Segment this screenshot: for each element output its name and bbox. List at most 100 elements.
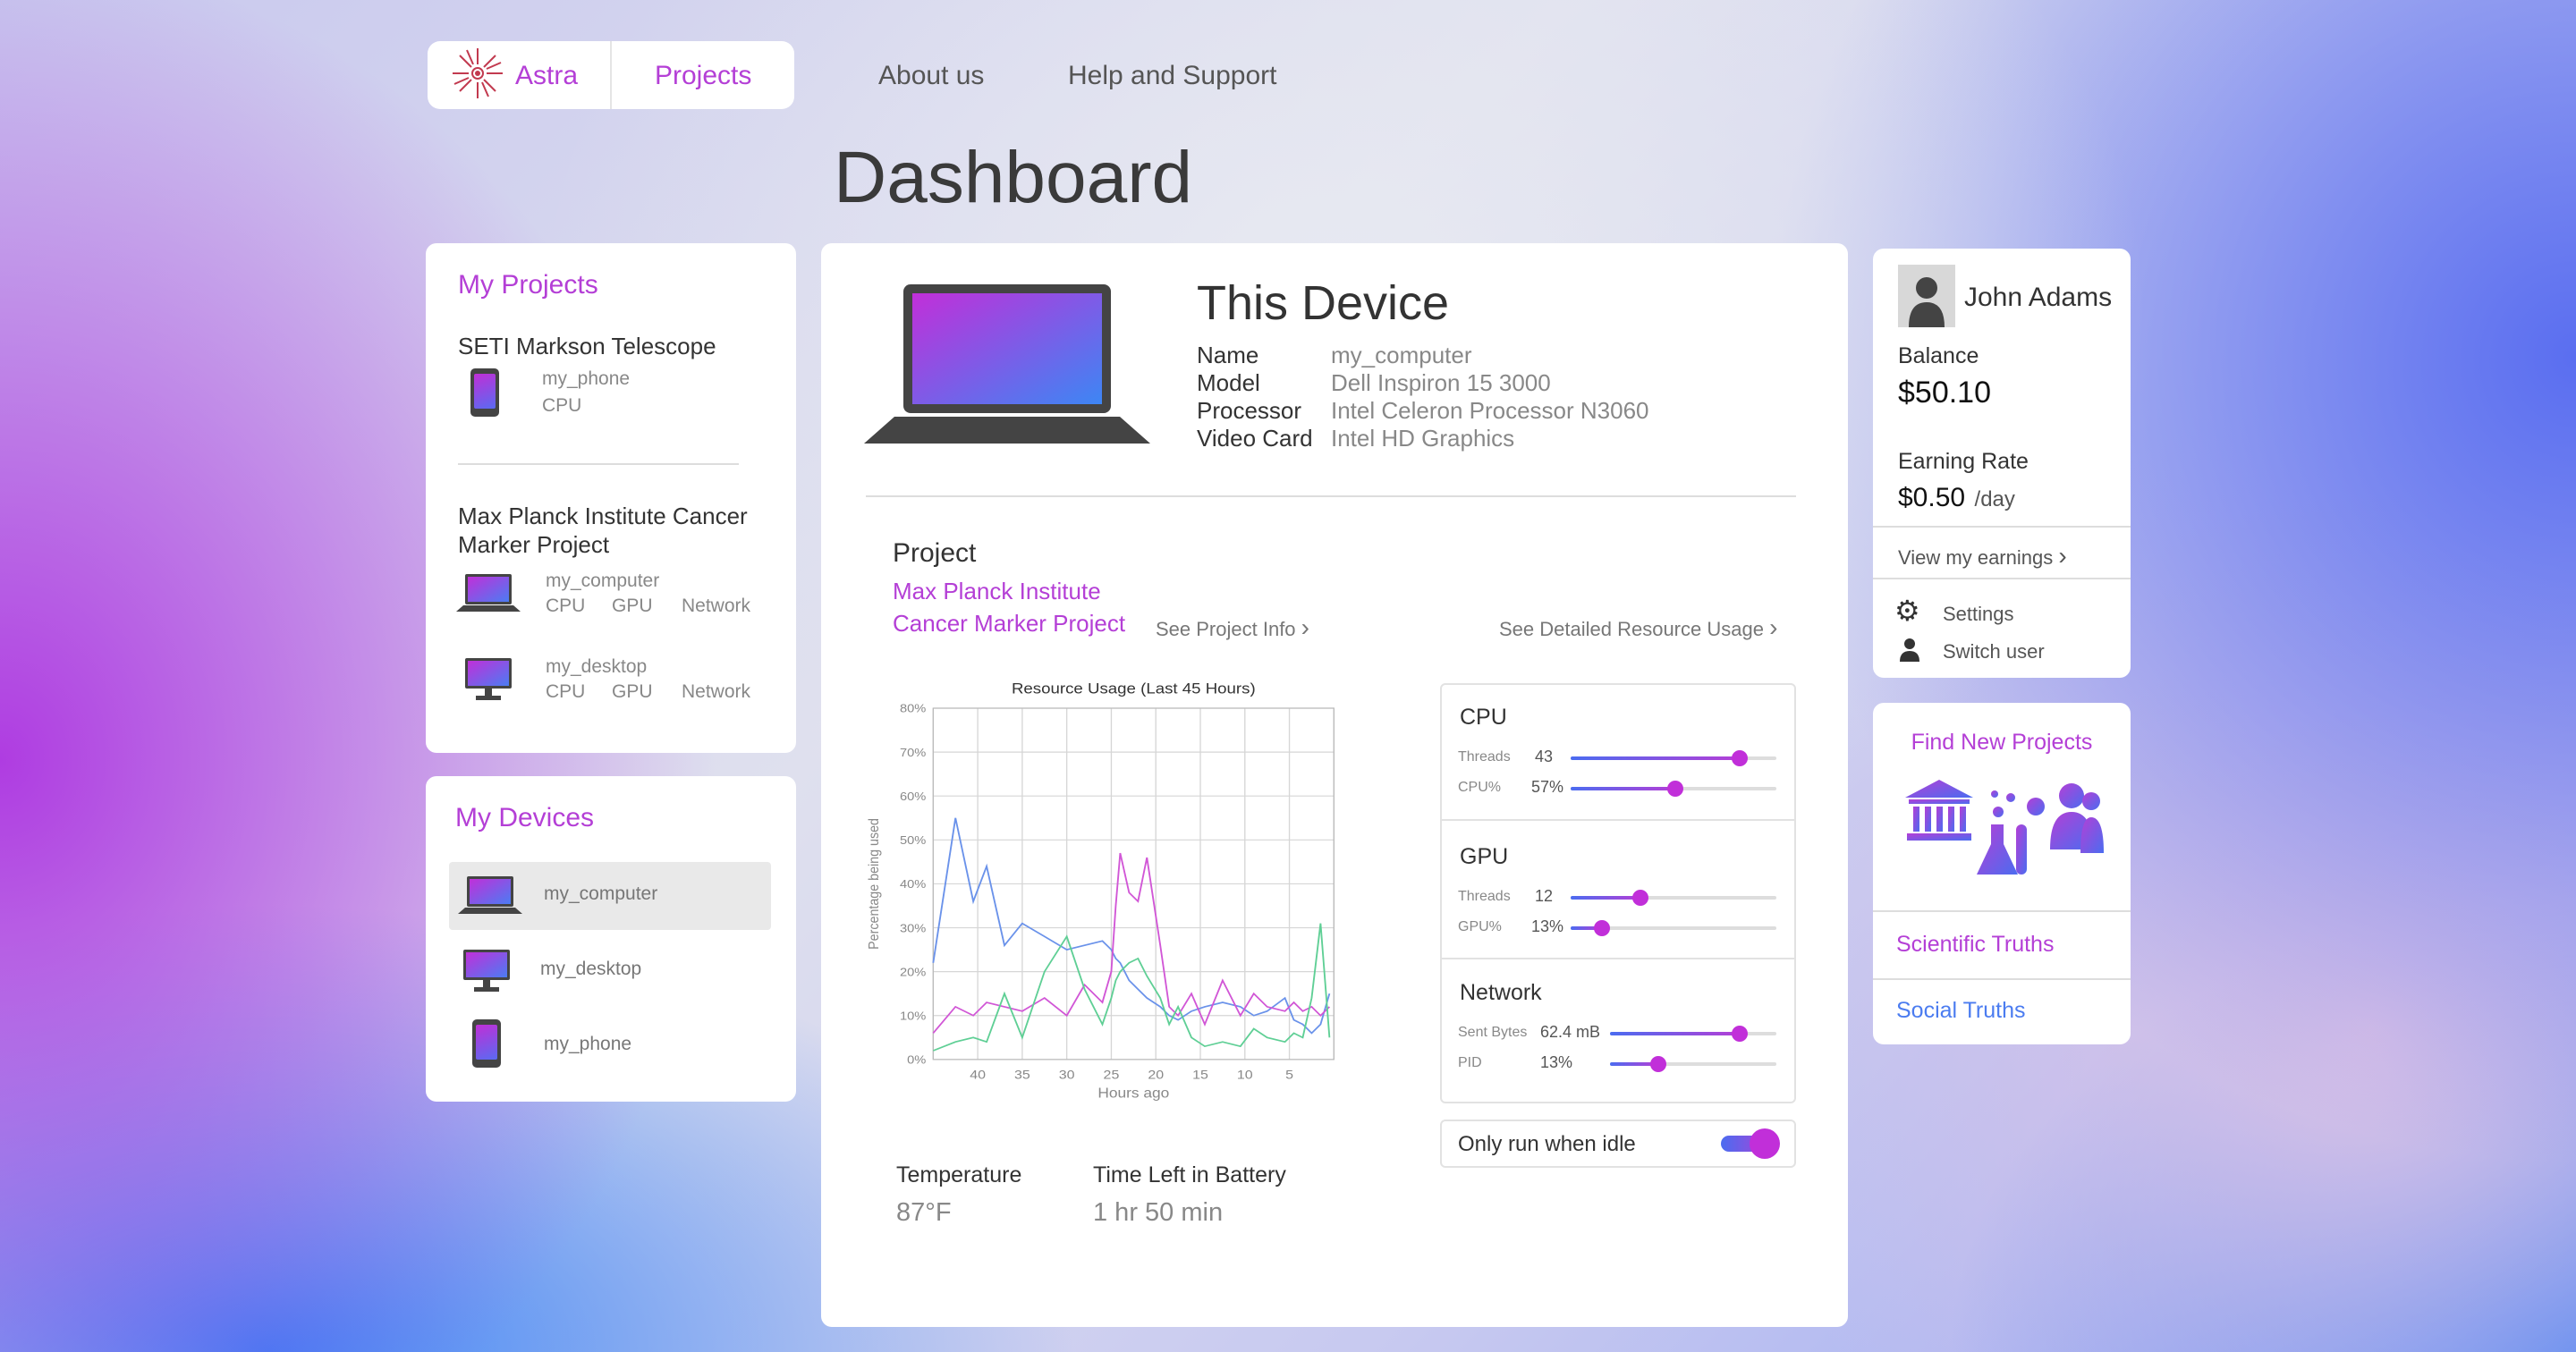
device-list-item-my-computer[interactable]: my_computer [449,862,771,930]
device-spec-values: my_computer Dell Inspiron 15 3000 Intel … [1331,342,1649,452]
resource-chip: GPU [612,681,653,702]
y-axis-label: Percentage being used [866,818,882,950]
slider-knob[interactable] [1632,890,1649,906]
phone-icon [470,368,499,417]
device-list-item-my-desktop[interactable]: my_desktop [449,937,771,1005]
slider-value: 57% [1531,778,1564,796]
slider-knob[interactable] [1732,1026,1749,1042]
social-truths-link[interactable]: Social Truths [1896,998,2026,1024]
nav-projects[interactable]: Projects [655,61,751,91]
device-list-label: my_desktop [540,959,642,979]
chevron-right-icon: › [1301,613,1309,641]
my-projects-title: My Projects [458,270,598,300]
laptop-icon [458,876,522,914]
phone-icon [472,1019,501,1068]
chart-title: Resource Usage (Last 45 Hours) [1012,680,1256,697]
my-devices-title: My Devices [455,803,595,832]
divider [1873,578,2131,579]
divider [1873,526,2131,528]
slider-value: 12 [1535,887,1554,905]
see-detailed-resource-usage-link[interactable]: See Detailed Resource Usage › [1499,613,1777,642]
device-list-item-my-phone[interactable]: my_phone [449,1010,771,1082]
battery-value: 1 hr 50 min [1093,1198,1224,1227]
spec-value: Intel Celeron Processor N3060 [1331,397,1649,424]
person-icon [1900,638,1919,662]
y-tick-label: 10% [900,1009,926,1022]
device-name[interactable]: my_computer [546,570,659,592]
slider-knob[interactable] [1649,1056,1666,1072]
y-tick-label: 60% [900,790,926,803]
device-name[interactable]: my_phone [542,368,630,390]
toggle-knob [1750,1128,1780,1159]
earning-rate-unit: /day [1974,487,2015,511]
device-title: This Device [1197,276,1450,330]
avatar[interactable] [1898,265,1955,327]
link-label: See Detailed Resource Usage [1499,618,1764,640]
project-name-line2[interactable]: Marker Project [458,531,609,559]
cpu-title: CPU [1460,705,1507,730]
divider [1873,910,2131,912]
project-heading: Project [893,538,977,568]
settings-label: Settings [1943,603,2014,625]
project-name-line1[interactable]: Max Planck Institute Cancer [458,503,748,530]
divider [458,463,739,465]
desktop-icon [463,950,510,992]
scientific-truths-link[interactable]: Scientific Truths [1896,932,2054,958]
series-line-2 [932,923,1331,1052]
x-axis-label: Hours ago [1097,1086,1169,1102]
slider-knob[interactable] [1667,781,1684,797]
nav-brand[interactable]: Astra [515,61,578,91]
laptop-icon [456,574,521,612]
earning-rate-label: Earning Rate [1898,449,2029,474]
y-tick-label: 20% [900,965,926,978]
y-tick-label: 30% [900,921,926,934]
user-name: John Adams [1964,283,2113,312]
spec-value: Dell Inspiron 15 3000 [1331,369,1551,396]
my-projects-card: My Projects SETI Markson Telescope my_ph… [426,243,796,753]
temperature-value: 87°F [896,1198,952,1227]
astra-logo-icon[interactable] [449,45,506,102]
project-name[interactable]: SETI Markson Telescope [458,333,716,360]
x-tick-label: 15 [1192,1068,1208,1082]
nav-about-us[interactable]: About us [878,61,984,91]
device-name[interactable]: my_desktop [546,656,647,678]
project-name-line2[interactable]: Cancer Marker Project [893,610,1125,638]
balance-label: Balance [1898,343,1979,368]
project-name-line1[interactable]: Max Planck Institute [893,578,1101,605]
resource-usage-chart: Resource Usage (Last 45 Hours) 80% 70% 60% 5… [866,680,1335,1102]
y-tick-label: 80% [900,702,926,715]
switch-user-menu-item[interactable]: Switch user [1894,635,2109,665]
see-project-info-link[interactable]: See Project Info › [1156,613,1309,642]
desktop-icon [465,658,512,700]
idle-toggle-switch[interactable] [1721,1128,1780,1159]
x-tick-label: 30 [1059,1068,1075,1082]
nav-help-support[interactable]: Help and Support [1068,61,1277,91]
view-earnings-link[interactable]: View my earnings › [1898,542,2067,570]
divider [1873,978,2131,980]
device-list-label: my_computer [544,883,658,904]
series-line-0 [932,817,1331,1035]
resource-chip: CPU [546,681,586,702]
x-tick-label: 5 [1285,1068,1293,1082]
find-projects-title[interactable]: Find New Projects [1873,730,2131,756]
slider-knob[interactable] [1731,750,1748,766]
idle-toggle-label: Only run when idle [1458,1132,1636,1156]
slider-label: Threads [1458,749,1511,765]
balance-value: $50.10 [1898,376,1991,410]
link-label: View my earnings [1898,546,2054,569]
resource-chip: Network [682,596,751,616]
gpu-title: GPU [1460,844,1509,869]
slider-fill [1571,756,1740,760]
chevron-right-icon: › [2058,542,2067,570]
slider-knob[interactable] [1593,920,1610,936]
nav-divider [610,41,612,109]
device-spec-labels: Name Model Processor Video Card [1197,342,1313,452]
settings-menu-item[interactable]: ⚙ Settings [1894,595,2109,628]
slider-label: Sent Bytes [1458,1025,1528,1040]
resource-panel: CPU Threads 43 CPU% 57% GPU Threads 12 G… [1440,683,1796,1103]
my-devices-card: My Devices my_computer my_desktop my_pho… [426,776,796,1102]
x-tick-label: 10 [1237,1068,1253,1082]
y-tick-label: 70% [900,746,926,759]
divider [1442,958,1794,959]
resource-chip: GPU [612,596,653,616]
